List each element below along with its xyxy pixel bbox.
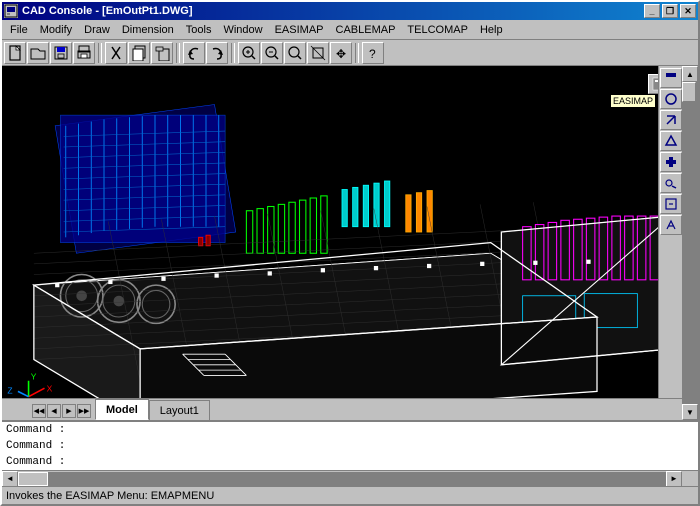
scroll-thumb-vertical[interactable] [682, 82, 696, 102]
tab-nav-btn-1[interactable]: ◀ [47, 404, 61, 418]
toolbar-copy-button[interactable] [128, 42, 150, 64]
scroll-track-horizontal[interactable] [18, 472, 666, 486]
scroll-thumb-horizontal[interactable] [18, 472, 48, 486]
easimap-toolbar-btn-7[interactable] [660, 194, 682, 214]
toolbar-separator [231, 43, 235, 63]
menu-bar: FileModifyDrawDimensionToolsWindowEASIMA… [2, 20, 698, 40]
scroll-corner [682, 471, 698, 487]
main-content: X Y Z EASIMAP v3.0 [2, 66, 698, 420]
toolbar-zoom-previous-button[interactable] [261, 42, 283, 64]
menu-item-tools[interactable]: Tools [180, 22, 218, 38]
toolbar-separator [98, 43, 102, 63]
tab-bar: ◀◀◀▶▶▶ModelLayout1 [2, 398, 682, 420]
main-window: CAD Console - [EmOutPt1.DWG] _ ❐ ✕ FileM… [0, 0, 700, 506]
toolbar-print-button[interactable] [73, 42, 95, 64]
menu-item-dimension[interactable]: Dimension [116, 22, 180, 38]
toolbar-zoom-all-button[interactable] [307, 42, 329, 64]
svg-text:Z: Z [7, 386, 12, 396]
menu-item-telcomap[interactable]: TELCOMAP [401, 22, 474, 38]
easimap-tooltip: EASIMAP [610, 94, 656, 108]
menu-item-modify[interactable]: Modify [34, 22, 78, 38]
easimap-toolbar-btn-8[interactable] [660, 215, 682, 235]
menu-item-cablemap[interactable]: CABLEMAP [330, 22, 402, 38]
drawing-column: X Y Z EASIMAP v3.0 [2, 66, 682, 420]
easimap-toolbar-btn-1[interactable] [660, 68, 682, 88]
toolbar-help-button[interactable]: ? [362, 42, 384, 64]
easimap-toolbar-btn-3[interactable] [660, 110, 682, 130]
v-scrollbar: ▲ ▼ [682, 66, 698, 420]
tab-nav-btn-2[interactable]: ▶ [62, 404, 76, 418]
title-buttons: _ ❐ ✕ [644, 4, 696, 18]
svg-text:Y: Y [31, 372, 37, 382]
window-icon [4, 4, 18, 18]
easimap-toolbar-btn-2[interactable] [660, 89, 682, 109]
tab-nav-btn-0[interactable]: ◀◀ [32, 404, 46, 418]
h-scrollbar: ◄ ► [2, 471, 682, 487]
toolbar: ✥? [2, 40, 698, 66]
toolbar-redo-button[interactable] [206, 42, 228, 64]
status-text: Invokes the EASIMAP Menu: EMAPMENU [6, 490, 214, 502]
toolbar-cut-button[interactable] [105, 42, 127, 64]
command-line-1: Command : [2, 438, 698, 454]
toolbar-paste-button[interactable] [151, 42, 173, 64]
scroll-down-button[interactable]: ▼ [682, 404, 698, 420]
easimap-toolbar-btn-5[interactable] [660, 152, 682, 172]
right-side-toolbar: EASIMAP [658, 66, 682, 398]
toolbar-separator [176, 43, 180, 63]
bottom-area: Command :Command :Command : ◄ ► [2, 420, 698, 486]
menu-item-file[interactable]: File [4, 22, 34, 38]
scroll-up-button[interactable]: ▲ [682, 66, 698, 82]
command-line-0: Command : [2, 422, 698, 438]
scroll-track-vertical[interactable] [682, 82, 698, 404]
toolbar-separator [355, 43, 359, 63]
title-bar-left: CAD Console - [EmOutPt1.DWG] [4, 4, 193, 18]
tab-layout1[interactable]: Layout1 [149, 400, 210, 420]
toolbar-zoom-window-button[interactable] [238, 42, 260, 64]
svg-text:?: ? [369, 47, 376, 61]
menu-item-help[interactable]: Help [474, 22, 509, 38]
tab-nav-buttons: ◀◀◀▶▶▶ [32, 404, 91, 418]
h-scrollbar-row: ◄ ► [2, 470, 698, 486]
window-title: CAD Console - [EmOutPt1.DWG] [22, 5, 193, 17]
easimap-toolbar-btn-4[interactable] [660, 131, 682, 151]
close-button[interactable]: ✕ [680, 4, 696, 18]
easimap-toolbar-btn-6[interactable] [660, 173, 682, 193]
scroll-left-button[interactable]: ◄ [2, 471, 18, 487]
drawing-with-scroll: X Y Z EASIMAP v3.0 [2, 66, 698, 420]
menu-item-draw[interactable]: Draw [78, 22, 116, 38]
toolbar-save-button[interactable] [50, 42, 72, 64]
menu-item-window[interactable]: Window [217, 22, 268, 38]
toolbar-zoom-realtime-button[interactable] [284, 42, 306, 64]
scroll-right-button[interactable]: ► [666, 471, 682, 487]
svg-text:X: X [47, 383, 53, 393]
drawing-area[interactable]: X Y Z EASIMAP v3.0 [2, 66, 682, 398]
toolbar-new-file-button[interactable] [4, 42, 26, 64]
command-lines: Command :Command :Command : [2, 422, 698, 470]
toolbar-open-file-button[interactable] [27, 42, 49, 64]
command-line-2: Command : [2, 454, 698, 470]
minimize-button[interactable]: _ [644, 4, 660, 18]
toolbar-pan-button[interactable]: ✥ [330, 42, 352, 64]
tab-nav-btn-3[interactable]: ▶▶ [77, 404, 91, 418]
restore-button[interactable]: ❐ [662, 4, 678, 18]
status-bar: Invokes the EASIMAP Menu: EMAPMENU [2, 486, 698, 504]
menu-item-easimap[interactable]: EASIMAP [269, 22, 330, 38]
title-bar: CAD Console - [EmOutPt1.DWG] _ ❐ ✕ [2, 2, 698, 20]
tab-model[interactable]: Model [95, 399, 149, 420]
toolbar-undo-button[interactable] [183, 42, 205, 64]
cad-viewport: X Y Z EASIMAP v3.0 [2, 66, 682, 398]
svg-text:✥: ✥ [336, 47, 346, 61]
